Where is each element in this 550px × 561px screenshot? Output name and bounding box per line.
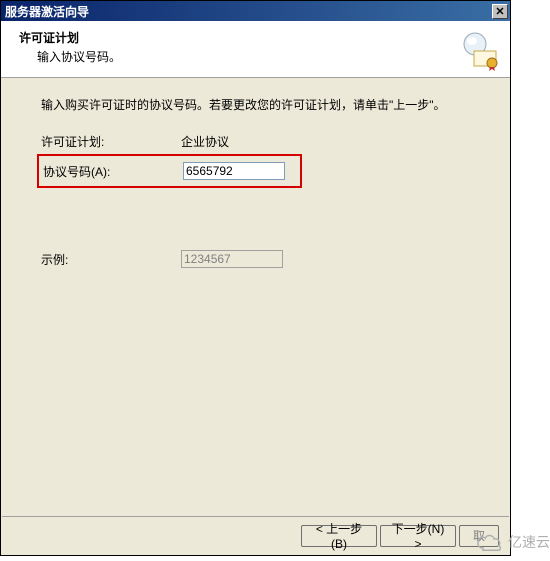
watermark-text: 亿速云 [508,532,550,552]
certificate-icon [460,31,500,71]
wizard-window: 服务器激活向导 ✕ 许可证计划 输入协议号码。 输入购买许可证时的协议号码。若要… [0,0,511,556]
plan-row: 许可证计划: 企业协议 [41,133,470,150]
example-input [181,250,283,268]
header-title: 许可证计划 [19,29,498,46]
instruction-text: 输入购买许可证时的协议号码。若要更改您的许可证计划，请单击"上一步"。 [41,96,470,115]
spacer [41,202,470,250]
plan-label: 许可证计划: [41,133,181,150]
agreement-input[interactable] [183,162,285,180]
back-button[interactable]: < 上一步(B) [301,525,377,547]
cloud-icon [474,531,504,553]
window-title: 服务器激活向导 [5,3,89,20]
wizard-header: 许可证计划 输入协议号码。 [1,21,510,78]
agreement-label: 协议号码(A): [43,163,183,180]
close-icon: ✕ [495,5,504,18]
plan-value: 企业协议 [181,133,229,150]
titlebar: 服务器激活向导 ✕ [1,1,510,21]
watermark: 亿速云 [474,531,550,553]
button-bar: < 上一步(B) 下一步(N) > 取 [2,516,509,554]
close-button[interactable]: ✕ [492,4,508,19]
example-row: 示例: [41,250,470,268]
header-subtitle: 输入协议号码。 [37,48,498,65]
example-label: 示例: [41,251,181,268]
next-button[interactable]: 下一步(N) > [380,525,456,547]
wizard-content: 输入购买许可证时的协议号码。若要更改您的许可证计划，请单击"上一步"。 许可证计… [1,78,510,290]
agreement-highlight: 协议号码(A): [37,154,302,188]
